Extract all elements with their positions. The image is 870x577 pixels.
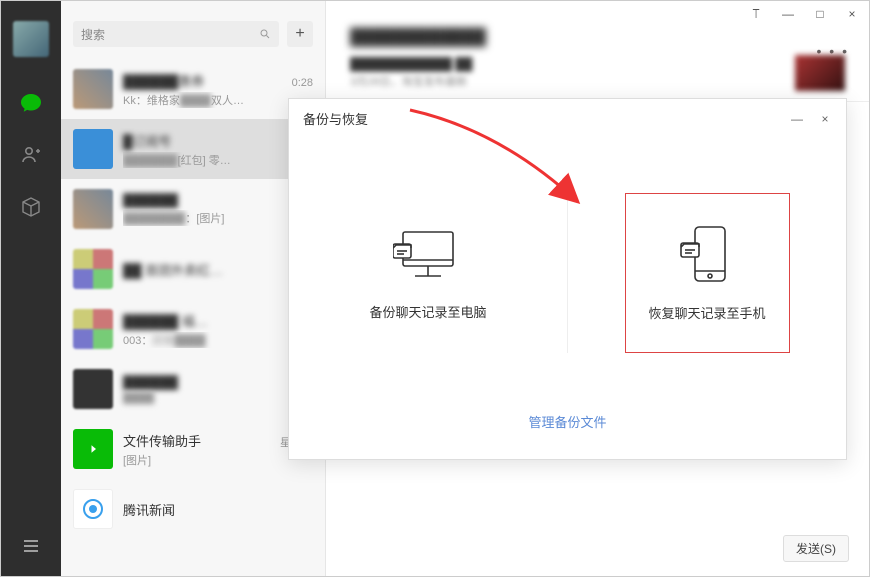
contacts-icon[interactable] [17, 141, 45, 169]
chat-item[interactable]: ██████ ████████：[图片] [61, 179, 325, 239]
restore-label: 恢复聊天记录至手机 [648, 303, 765, 322]
manage-backup-link[interactable]: 管理备份文件 [289, 412, 846, 431]
nav-rail [1, 1, 61, 576]
search-placeholder: 搜索 [81, 26, 105, 43]
window-controls: ⟙ — □ × [749, 7, 859, 21]
chat-avatar [73, 189, 113, 229]
user-avatar[interactable] [13, 21, 49, 57]
chat-avatar [73, 489, 113, 529]
chat-sidebar: 搜索 + ██████惠券0:28 Kk：维格家████双人… █订阅号 ███… [61, 1, 326, 576]
chat-icon[interactable] [17, 89, 45, 117]
phone-icon [679, 225, 735, 285]
new-chat-button[interactable]: + [287, 21, 313, 47]
chat-item[interactable]: ██ 首团外卖红… [61, 239, 325, 299]
modal-title: 备份与恢复 [303, 109, 368, 128]
preview-thumb [795, 55, 845, 91]
chat-item[interactable]: ██████ ████ [61, 359, 325, 419]
minimize-button[interactable]: — [781, 7, 795, 21]
chat-avatar [73, 369, 113, 409]
chat-avatar [73, 429, 113, 469]
chat-avatar [73, 309, 113, 349]
chat-item[interactable]: ██████惠券0:28 Kk：维格家████双人… [61, 59, 325, 119]
modal-minimize[interactable]: — [790, 112, 804, 126]
menu-icon[interactable] [17, 532, 45, 560]
close-button[interactable]: × [845, 7, 859, 21]
favorites-icon[interactable] [17, 193, 45, 221]
send-button[interactable]: 发送(S) [783, 535, 849, 562]
restore-to-phone-option[interactable]: 恢复聊天记录至手机 [568, 138, 846, 408]
backup-restore-modal: 备份与恢复 — × 备份聊天记录至电脑 [288, 98, 847, 460]
chat-item[interactable]: ██████ 福… 003：回答████ [61, 299, 325, 359]
chat-avatar [73, 69, 113, 109]
chat-avatar [73, 249, 113, 289]
maximize-button[interactable]: □ [813, 7, 827, 21]
backup-to-pc-option[interactable]: 备份聊天记录至电脑 [289, 138, 567, 408]
modal-close[interactable]: × [818, 112, 832, 126]
chat-item[interactable]: 腾讯新闻 [61, 479, 325, 539]
chat-item[interactable]: 文件传输助手星期… [图片] [61, 419, 325, 479]
chat-item[interactable]: █订阅号 ███████[红包] 零… [61, 119, 325, 179]
chat-avatar [73, 129, 113, 169]
chat-list: ██████惠券0:28 Kk：维格家████双人… █订阅号 ███████[… [61, 59, 325, 576]
search-icon [259, 28, 271, 40]
chat-title: ████████████ [350, 29, 486, 47]
backup-label: 备份聊天记录至电脑 [369, 302, 486, 321]
computer-icon [393, 226, 463, 284]
pin-button[interactable]: ⟙ [749, 7, 763, 21]
search-input[interactable]: 搜索 [73, 21, 279, 47]
